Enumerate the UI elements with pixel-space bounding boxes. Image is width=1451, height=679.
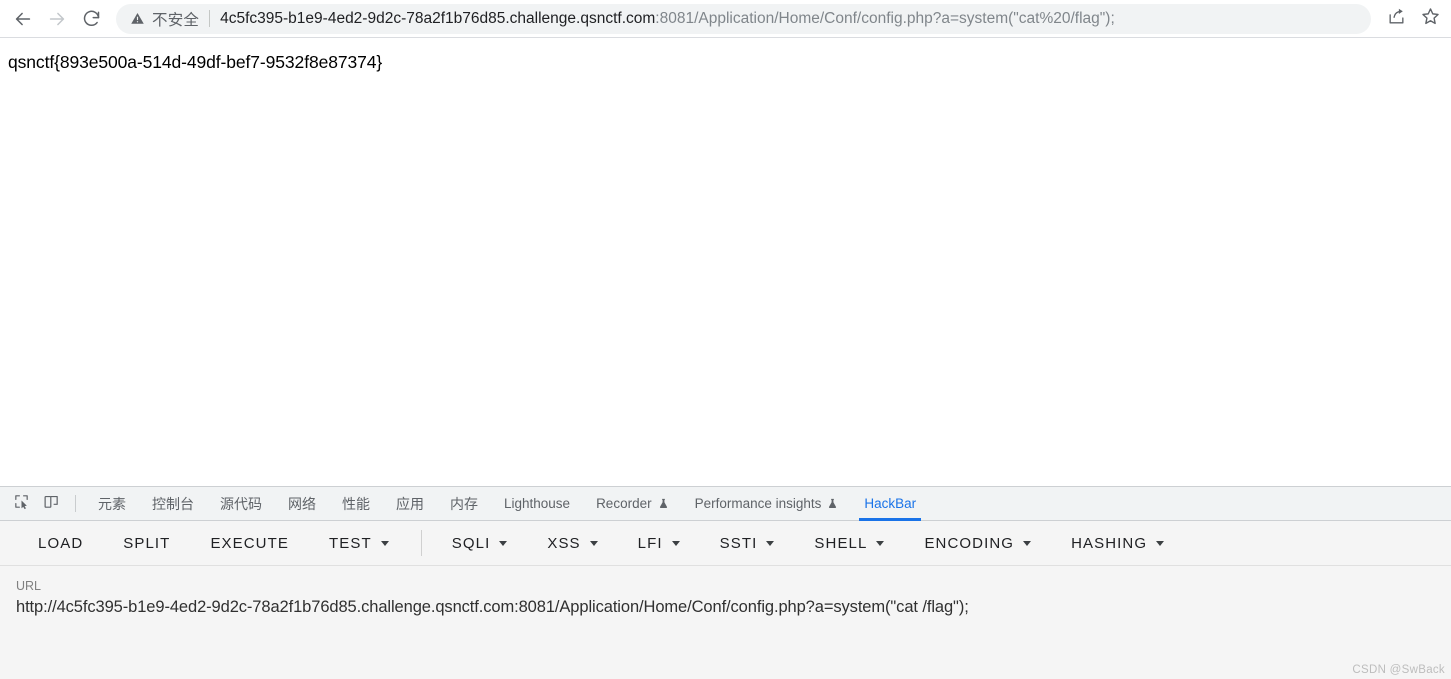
tab-console[interactable]: 控制台 [139, 487, 207, 520]
chevron-down-icon [1023, 540, 1032, 546]
hackbar-split-label: SPLIT [123, 534, 171, 552]
hackbar-test-menu[interactable]: TEST [315, 529, 403, 558]
hackbar-action-divider [420, 530, 422, 556]
inspect-element-icon [13, 493, 30, 515]
chevron-down-icon [499, 540, 508, 546]
page-response-text: qsnctf{893e500a-514d-49df-bef7-9532f8e87… [8, 52, 383, 72]
hackbar-url-field: URL http://4c5fc395-b1e9-4ed2-9d2c-78a2f… [0, 566, 1451, 618]
browser-toolbar: 不安全 4c5fc395-b1e9-4ed2-9d2c-78a2f1b76d85… [0, 0, 1451, 37]
watermark: CSDN @SwBack [1352, 664, 1445, 676]
reload-icon [81, 8, 102, 29]
tab-hackbar-label: HackBar [864, 495, 917, 511]
hackbar-lfi-menu[interactable]: LFI [624, 529, 694, 558]
hackbar-shell-menu[interactable]: SHELL [800, 529, 898, 558]
hackbar-execute-label: EXECUTE [210, 534, 289, 552]
experiment-flask-icon [827, 497, 838, 510]
hackbar-sqli-menu[interactable]: SQLI [438, 529, 522, 558]
arrow-left-icon [12, 8, 34, 30]
page-viewport: qsnctf{893e500a-514d-49df-bef7-9532f8e87… [0, 37, 1451, 486]
tab-performance-insights-label: Performance insights [694, 495, 822, 511]
hackbar-xss-label: XSS [547, 534, 581, 552]
tab-application[interactable]: 应用 [383, 487, 437, 520]
share-icon [1387, 7, 1406, 31]
chevron-down-icon [380, 540, 389, 546]
hackbar-panel: LOAD SPLIT EXECUTE TEST SQLI XSS LFI SST… [0, 521, 1451, 679]
warning-triangle-icon [130, 11, 145, 26]
tab-console-label: 控制台 [152, 495, 194, 512]
arrow-right-icon [46, 8, 68, 30]
forward-button[interactable] [40, 2, 74, 36]
hackbar-load-button[interactable]: LOAD [24, 529, 97, 558]
devtools-tabbar: 元素 控制台 源代码 网络 性能 应用 内存 Lighthouse Record… [0, 487, 1451, 521]
hackbar-xss-menu[interactable]: XSS [533, 529, 611, 558]
tab-memory[interactable]: 内存 [437, 487, 491, 520]
tab-lighthouse-label: Lighthouse [504, 495, 571, 511]
star-icon [1420, 6, 1441, 32]
tab-network-label: 网络 [288, 495, 316, 512]
devtools-panel: 元素 控制台 源代码 网络 性能 应用 内存 Lighthouse Record… [0, 486, 1451, 679]
security-label: 不安全 [152, 11, 200, 29]
tab-elements[interactable]: 元素 [85, 487, 139, 520]
hackbar-hashing-menu[interactable]: HASHING [1057, 529, 1178, 558]
devtools-tabbar-divider [75, 495, 76, 512]
share-button[interactable] [1381, 4, 1411, 34]
device-toolbar-icon [43, 493, 60, 515]
site-security-chip[interactable]: 不安全 [130, 8, 199, 30]
device-toolbar-button[interactable] [36, 487, 66, 520]
tab-application-label: 应用 [396, 495, 424, 512]
tab-elements-label: 元素 [98, 495, 126, 512]
chevron-down-icon [671, 540, 680, 546]
tab-sources-label: 源代码 [220, 495, 262, 512]
tab-performance-label: 性能 [342, 495, 370, 512]
hackbar-encoding-label: ENCODING [924, 534, 1015, 552]
inspect-element-button[interactable] [6, 487, 36, 520]
tab-sources[interactable]: 源代码 [207, 487, 275, 520]
chevron-down-icon [876, 540, 885, 546]
hackbar-hashing-label: HASHING [1071, 534, 1148, 552]
hackbar-execute-button[interactable]: EXECUTE [196, 529, 303, 558]
hackbar-ssti-label: SSTI [719, 534, 758, 552]
address-bar[interactable]: 不安全 4c5fc395-b1e9-4ed2-9d2c-78a2f1b76d85… [116, 3, 1371, 34]
address-bar-url-host: 4c5fc395-b1e9-4ed2-9d2c-78a2f1b76d85.cha… [220, 9, 656, 27]
hackbar-load-label: LOAD [38, 534, 84, 552]
tab-performance[interactable]: 性能 [329, 487, 383, 520]
back-button[interactable] [6, 2, 40, 36]
chevron-down-icon [589, 540, 598, 546]
hackbar-split-button[interactable]: SPLIT [109, 529, 184, 558]
reload-button[interactable] [74, 2, 108, 36]
tab-hackbar[interactable]: HackBar [851, 487, 929, 521]
hackbar-shell-label: SHELL [814, 534, 868, 552]
address-bar-url[interactable]: 4c5fc395-b1e9-4ed2-9d2c-78a2f1b76d85.cha… [220, 10, 1357, 28]
hackbar-encoding-menu[interactable]: ENCODING [910, 529, 1045, 558]
tab-recorder[interactable]: Recorder [583, 487, 682, 520]
address-bar-url-path: :8081/Application/Home/Conf/config.php?a… [655, 9, 1115, 27]
bookmark-button[interactable] [1415, 4, 1445, 34]
hackbar-url-label: URL [16, 579, 42, 593]
tab-performance-insights[interactable]: Performance insights [682, 487, 852, 520]
omnibox-divider [209, 10, 211, 27]
hackbar-lfi-label: LFI [637, 534, 663, 552]
hackbar-sqli-label: SQLI [451, 534, 491, 552]
chevron-down-icon [1156, 540, 1165, 546]
browser-window: 不安全 4c5fc395-b1e9-4ed2-9d2c-78a2f1b76d85… [0, 0, 1451, 679]
hackbar-ssti-menu[interactable]: SSTI [706, 529, 789, 558]
tab-memory-label: 内存 [450, 495, 478, 512]
hackbar-test-label: TEST [329, 534, 372, 552]
tab-recorder-label: Recorder [596, 495, 652, 511]
chevron-down-icon [766, 540, 775, 546]
tab-lighthouse[interactable]: Lighthouse [491, 487, 583, 520]
hackbar-url-input[interactable]: http://4c5fc395-b1e9-4ed2-9d2c-78a2f1b76… [16, 596, 1435, 618]
hackbar-action-bar: LOAD SPLIT EXECUTE TEST SQLI XSS LFI SST… [0, 521, 1451, 566]
tab-network[interactable]: 网络 [275, 487, 329, 520]
experiment-flask-icon [658, 497, 669, 510]
